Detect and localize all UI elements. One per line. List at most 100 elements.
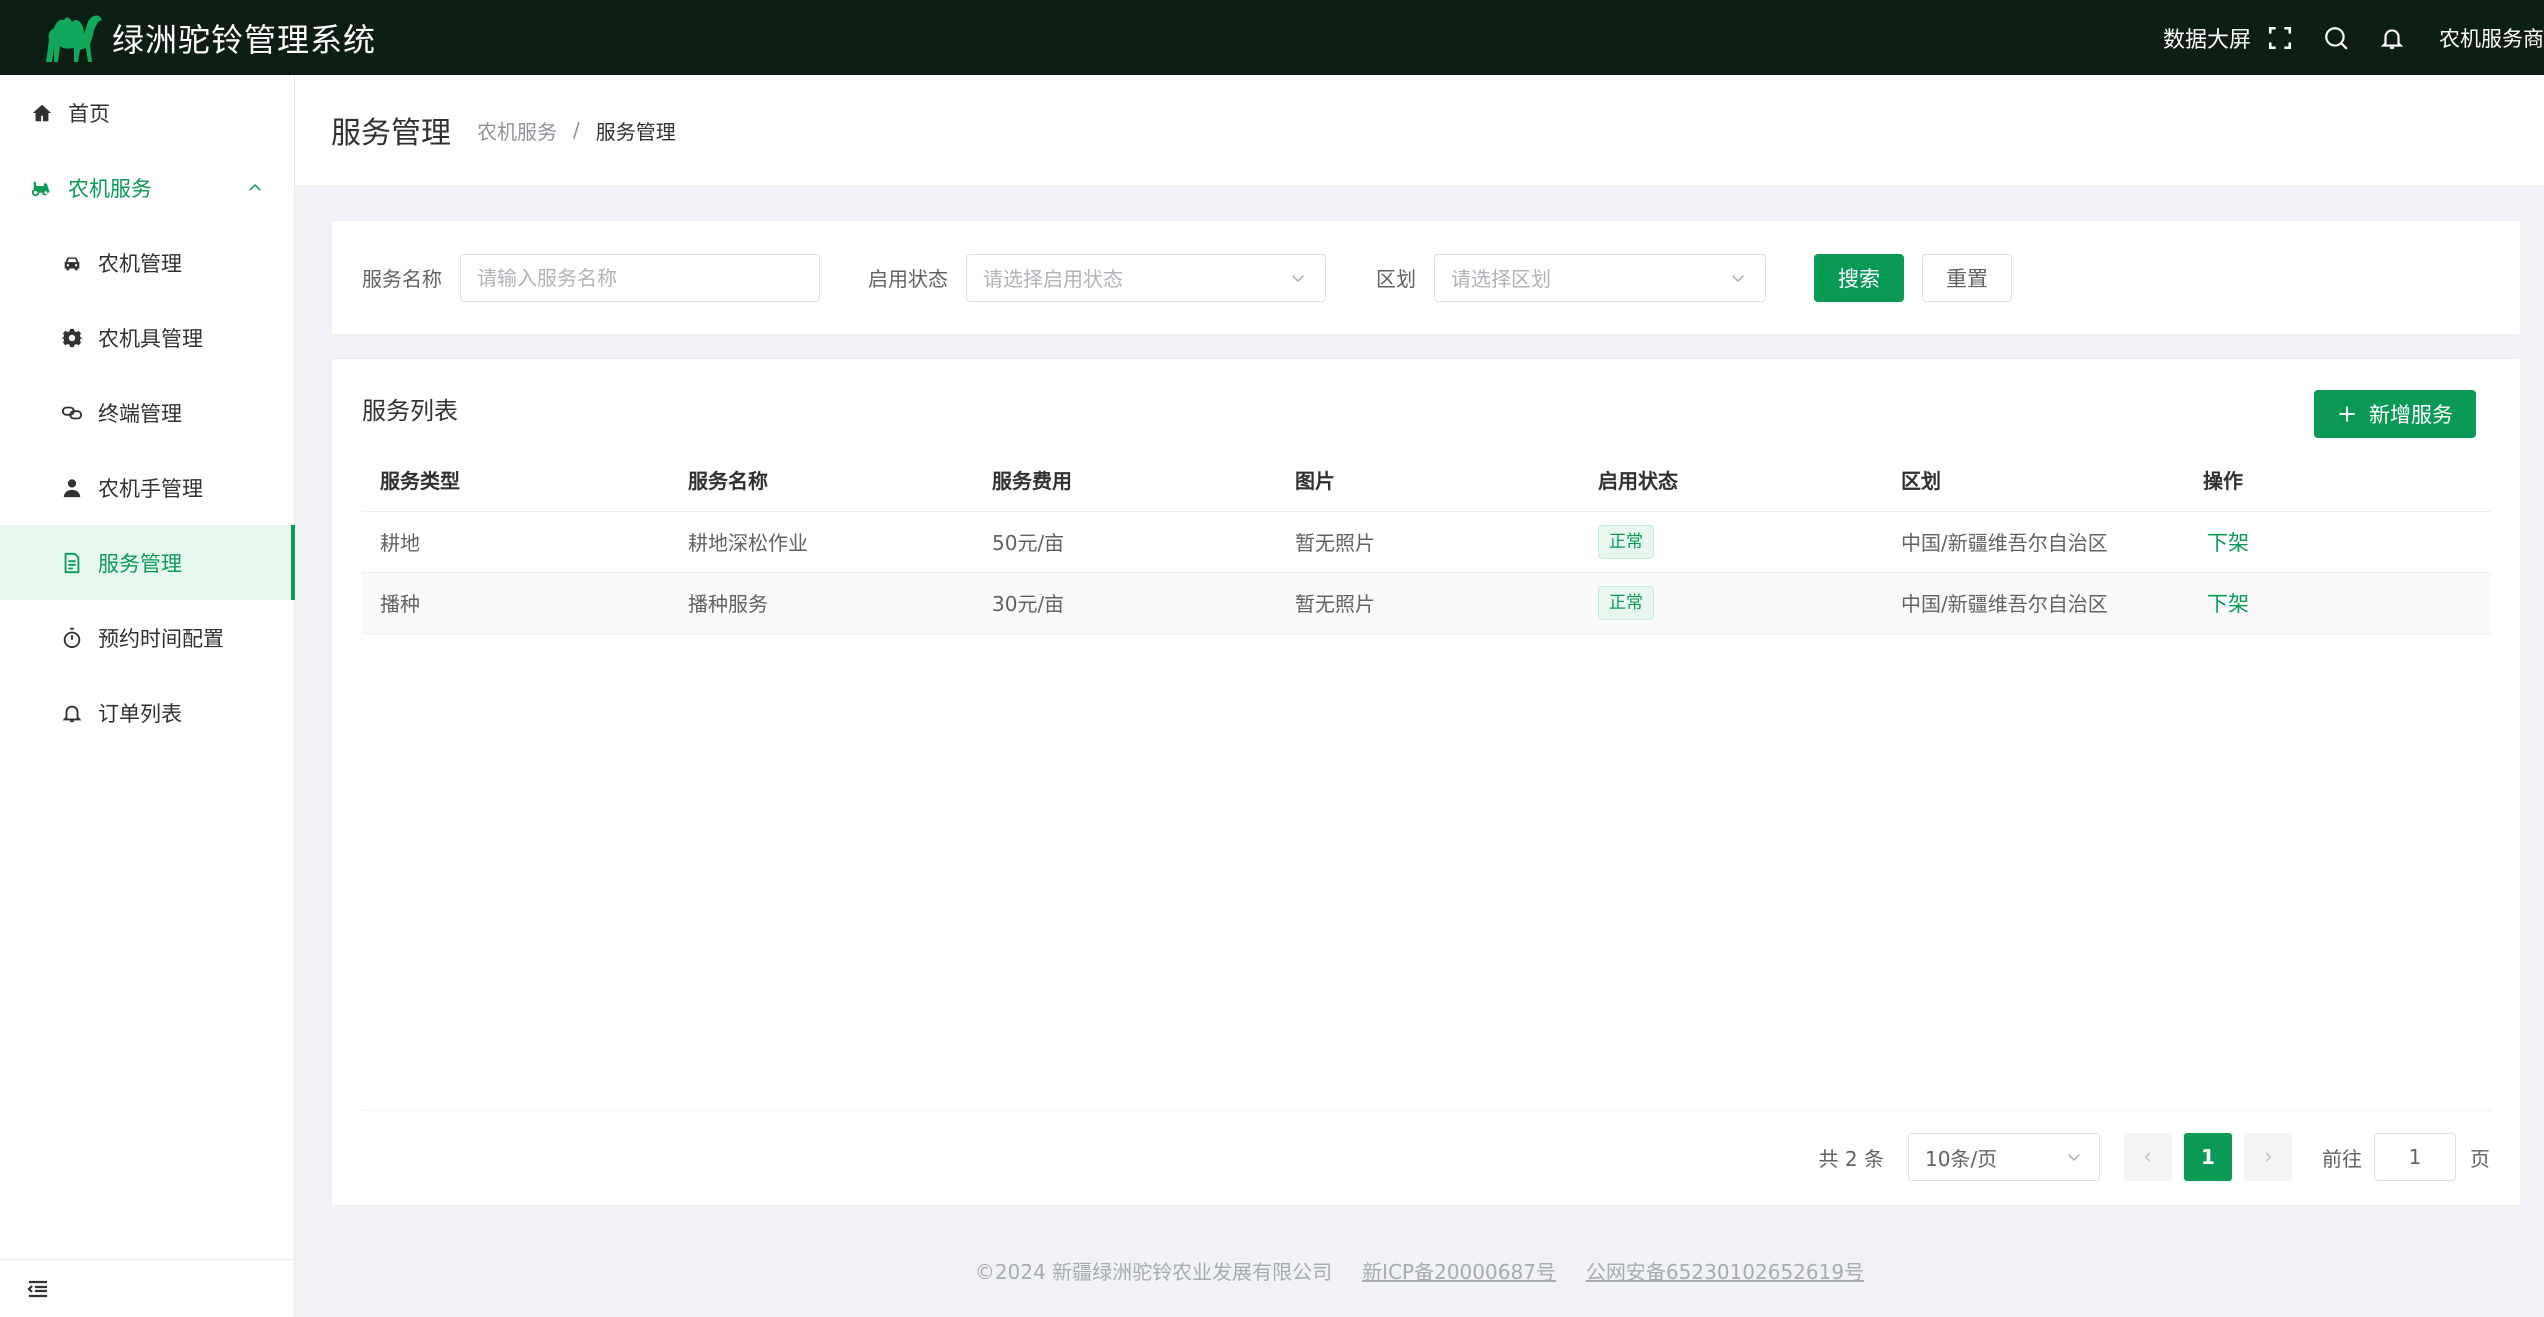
page-size-select[interactable]: 10条/页 xyxy=(1908,1133,2100,1181)
stopwatch-icon xyxy=(60,626,84,650)
user-icon xyxy=(60,476,84,500)
service-list-panel: 服务列表 新增服务 服务类型 服务名称 服务费用 图片 启用状态 区划 操作 耕… xyxy=(331,358,2521,1206)
sidebar-item-label: 农机具管理 xyxy=(98,326,203,351)
goto-page-input[interactable]: 1 xyxy=(2374,1133,2456,1181)
table-row: 耕地 耕地深松作业 50元/亩 暂无照片 正常 中国/新疆维吾尔自治区 下架 xyxy=(362,511,2491,573)
column-header: 启用状态 xyxy=(1580,449,1883,512)
table-row: 播种 播种服务 30元/亩 暂无照片 正常 中国/新疆维吾尔自治区 下架 xyxy=(362,572,2491,634)
list-title: 服务列表 xyxy=(362,397,458,425)
breadcrumb-item-current: 服务管理 xyxy=(595,119,676,144)
page-title: 服务管理 xyxy=(331,116,451,151)
delist-link[interactable]: 下架 xyxy=(2203,592,2249,616)
gear-icon xyxy=(60,326,84,350)
status-select-placeholder: 请选择启用状态 xyxy=(983,267,1123,291)
chevron-down-icon xyxy=(1732,274,1744,282)
sidebar-item-home[interactable]: 首页 xyxy=(0,75,294,150)
table-divider xyxy=(362,1110,2491,1111)
cell-service-fee: 50元/亩 xyxy=(974,511,1277,573)
reset-button[interactable]: 重置 xyxy=(1922,253,2012,302)
collapse-menu-icon xyxy=(27,1280,47,1297)
icp-link[interactable]: 新ICP备20000687号 xyxy=(1362,1256,1556,1285)
fullscreen-icon[interactable] xyxy=(2265,23,2295,53)
sidebar-item-label: 农机手管理 xyxy=(98,476,203,501)
link-icon xyxy=(60,401,84,425)
sidebar-item-machinery-service[interactable]: 农机服务 xyxy=(0,150,294,225)
search-icon[interactable] xyxy=(2321,23,2351,53)
region-select-placeholder: 请选择区划 xyxy=(1451,267,1551,291)
cell-image: 暂无照片 xyxy=(1277,572,1580,634)
search-panel: 服务名称 启用状态 请选择启用状态 区划 请选择区划 搜索 重置 xyxy=(331,220,2521,335)
app-title: 绿洲驼铃管理系统 xyxy=(112,20,377,59)
prev-page-button[interactable] xyxy=(2124,1133,2172,1181)
chevron-right-icon xyxy=(2265,1152,2272,1162)
police-record-link[interactable]: 公网安备65230102652619号 xyxy=(1586,1256,1864,1285)
sidebar: 首页 农机服务 农机管理 农机具管理 终端管理 农机手管理 服务管理 预约时间配… xyxy=(0,75,295,1317)
region-select[interactable]: 请选择区划 xyxy=(1434,253,1766,302)
chevron-up-icon xyxy=(249,183,261,191)
user-name[interactable]: 农机服务商 xyxy=(2439,23,2544,53)
cell-service-fee: 30元/亩 xyxy=(974,572,1277,634)
sidebar-item-terminal-management[interactable]: 终端管理 xyxy=(0,375,294,450)
column-header: 操作 xyxy=(2185,449,2491,512)
column-header: 区划 xyxy=(1883,449,2185,512)
sidebar-item-label: 农机服务 xyxy=(68,176,152,201)
add-service-button[interactable]: 新增服务 xyxy=(2314,390,2476,438)
status-select[interactable]: 请选择启用状态 xyxy=(966,253,1326,302)
car-icon xyxy=(60,251,84,275)
page-number-current[interactable]: 1 xyxy=(2184,1133,2232,1181)
document-icon xyxy=(60,551,84,575)
next-page-button[interactable] xyxy=(2244,1133,2292,1181)
cell-service-type: 播种 xyxy=(362,572,670,634)
plus-icon xyxy=(2339,406,2355,422)
cell-service-name: 耕地深松作业 xyxy=(670,511,974,573)
cell-status: 正常 xyxy=(1580,572,1883,634)
status-badge: 正常 xyxy=(1598,524,1654,559)
sidebar-item-label: 首页 xyxy=(68,101,110,126)
sidebar-item-operator-management[interactable]: 农机手管理 xyxy=(0,450,294,525)
page-header: 服务管理 农机服务 / 服务管理 xyxy=(295,75,2544,185)
chevron-down-icon xyxy=(1292,274,1304,282)
footer: ©2024 新疆绿洲驼铃农业发展有限公司 新ICP备20000687号 公网安备… xyxy=(295,1250,2544,1290)
sidebar-item-service-management[interactable]: 服务管理 xyxy=(0,525,295,600)
delist-link[interactable]: 下架 xyxy=(2203,531,2249,555)
data-screen-link[interactable]: 数据大屏 xyxy=(2163,22,2251,54)
service-name-input[interactable] xyxy=(460,253,820,302)
column-header: 图片 xyxy=(1277,449,1580,512)
column-header: 服务类型 xyxy=(362,449,670,512)
status-badge: 正常 xyxy=(1598,585,1654,620)
sidebar-item-machinery-management[interactable]: 农机管理 xyxy=(0,225,294,300)
logo[interactable]: 绿洲驼铃管理系统 xyxy=(40,0,376,75)
bell-icon[interactable] xyxy=(2377,23,2407,53)
cell-service-type: 耕地 xyxy=(362,511,670,573)
cell-action: 下架 xyxy=(2185,511,2491,573)
sidebar-item-order-list[interactable]: 订单列表 xyxy=(0,675,294,750)
cell-status: 正常 xyxy=(1580,511,1883,573)
cell-action: 下架 xyxy=(2185,572,2491,634)
add-service-label: 新增服务 xyxy=(2369,403,2453,427)
page-size-value: 10条/页 xyxy=(1925,1146,1998,1171)
sidebar-item-implement-management[interactable]: 农机具管理 xyxy=(0,300,294,375)
service-name-field[interactable] xyxy=(477,265,819,290)
sidebar-item-label: 服务管理 xyxy=(98,551,182,576)
sidebar-item-label: 农机管理 xyxy=(98,251,182,276)
cell-service-name: 播种服务 xyxy=(670,572,974,634)
breadcrumb: 农机服务 / 服务管理 xyxy=(477,116,676,145)
sidebar-collapse-toggle[interactable] xyxy=(0,1259,295,1317)
page-unit-label: 页 xyxy=(2470,1146,2490,1171)
copyright-text: ©2024 新疆绿洲驼铃农业发展有限公司 xyxy=(974,1259,1333,1284)
sidebar-item-label: 预约时间配置 xyxy=(98,626,224,651)
breadcrumb-item-parent[interactable]: 农机服务 xyxy=(477,116,557,145)
cell-image: 暂无照片 xyxy=(1277,511,1580,573)
goto-label: 前往 xyxy=(2322,1146,2362,1171)
sidebar-item-label: 终端管理 xyxy=(98,401,182,426)
table-header-row: 服务类型 服务名称 服务费用 图片 启用状态 区划 操作 xyxy=(362,449,2491,512)
top-bar: 绿洲驼铃管理系统 数据大屏 农机服务商 xyxy=(0,0,2544,75)
sidebar-item-label: 订单列表 xyxy=(98,701,182,726)
top-right-actions: 数据大屏 农机服务商 xyxy=(2163,0,2544,75)
sidebar-item-booking-time-config[interactable]: 预约时间配置 xyxy=(0,600,294,675)
cell-region: 中国/新疆维吾尔自治区 xyxy=(1883,511,2185,573)
search-button[interactable]: 搜索 xyxy=(1814,253,1904,302)
camel-logo-icon xyxy=(46,15,102,62)
tractor-icon xyxy=(30,176,54,200)
service-name-label: 服务名称 xyxy=(362,267,442,291)
